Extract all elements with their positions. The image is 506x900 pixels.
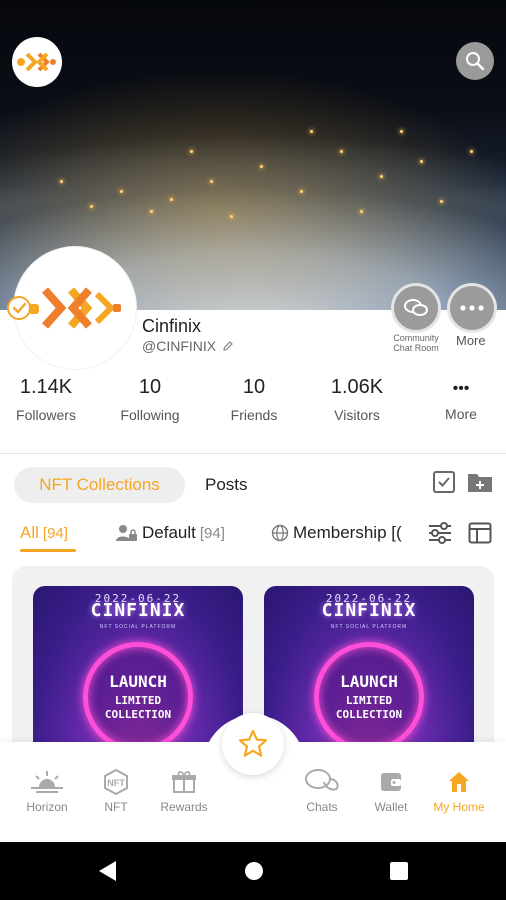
nft-title: CINFINIX	[90, 600, 186, 621]
nft-title: CINFINIX	[321, 600, 417, 621]
nft-collection-line: COLLECTION	[335, 708, 403, 721]
chats-icon	[305, 769, 339, 791]
divider	[0, 453, 506, 454]
nav-label: Chats	[306, 800, 338, 814]
nft-limited-line: LIMITED	[345, 694, 393, 707]
stat-following[interactable]: 10 Following	[100, 376, 200, 423]
verified-badge-icon	[7, 296, 31, 320]
layout-toggle-button[interactable]	[467, 520, 493, 546]
nft-limited-line: LIMITED	[114, 694, 162, 707]
stat-value: 1.14K	[19, 376, 73, 398]
stat-label: Friends	[230, 407, 278, 423]
rewards-icon	[172, 771, 196, 793]
edit-pencil-icon[interactable]	[222, 340, 234, 352]
cinfinix-logo-icon	[17, 52, 56, 72]
chat-room-icon	[404, 299, 428, 316]
horizon-icon	[31, 771, 63, 793]
stat-friends[interactable]: 10 Friends	[204, 376, 304, 423]
avatar[interactable]	[14, 247, 136, 369]
more-actions-button[interactable]	[450, 286, 494, 330]
nft-subtitle: NFT SOCIAL PLATFORM	[99, 624, 177, 630]
nav-label: Rewards	[160, 800, 208, 814]
globe-icon	[271, 524, 289, 542]
search-button[interactable]	[456, 42, 494, 80]
add-folder-button[interactable]	[467, 469, 493, 495]
stat-label: Following	[120, 407, 180, 423]
filter-active-underline	[20, 549, 76, 552]
filter-all-count: [94]	[42, 524, 68, 542]
stat-value: 10	[138, 376, 162, 398]
profile-name: Cinfinix	[142, 316, 202, 336]
filter-default[interactable]: Default [94]	[116, 523, 225, 543]
nft-limited: LIMITED COLLECTION	[264, 694, 474, 722]
nav-label: Horizon	[26, 800, 68, 814]
nft-subtitle: NFT SOCIAL PLATFORM	[330, 624, 408, 630]
filter-all-label: All	[20, 523, 39, 542]
nft-limited: LIMITED COLLECTION	[33, 694, 243, 722]
nav-label: Wallet	[374, 800, 408, 814]
stat-visitors[interactable]: 1.06K Visitors	[307, 376, 407, 423]
nav-chats[interactable]: Chats	[286, 768, 358, 814]
nft-launch: LAUNCH	[109, 672, 167, 691]
profile-handle: @CINFINIX	[142, 338, 234, 354]
nav-label: My Home	[433, 800, 485, 814]
select-checkbox-button[interactable]	[431, 469, 457, 495]
nav-label: NFT	[104, 800, 128, 814]
nav-horizon[interactable]: Horizon	[11, 768, 83, 814]
tab-nft-collections[interactable]: NFT Collections	[14, 467, 185, 503]
home-icon	[449, 772, 469, 792]
sliders-icon	[429, 522, 451, 544]
filter-membership-label: Membership [(	[293, 523, 402, 542]
nav-nft[interactable]: NFT NFT	[80, 768, 152, 814]
filter-default-label: Default	[142, 523, 196, 542]
star-icon	[238, 729, 268, 757]
nav-my-home[interactable]: My Home	[423, 768, 495, 814]
community-chat-label: Community Chat Room	[393, 333, 439, 353]
wallet-icon	[381, 773, 401, 791]
stat-value: 1.06K	[330, 376, 384, 398]
nav-rewards[interactable]: Rewards	[148, 768, 220, 814]
more-dots-icon	[460, 305, 484, 311]
filter-default-count: [94]	[199, 524, 225, 542]
handle-text: @CINFINIX	[142, 338, 217, 354]
layout-grid-icon	[468, 522, 492, 544]
stat-followers[interactable]: 1.14K Followers	[0, 376, 96, 423]
filter-membership[interactable]: Membership [(	[271, 523, 417, 543]
nav-wallet[interactable]: Wallet	[355, 768, 427, 814]
nft-launch: LAUNCH	[340, 672, 398, 691]
brand-logo[interactable]	[12, 37, 62, 87]
stat-label: Followers	[16, 407, 76, 423]
stat-value: 10	[242, 376, 266, 398]
filter-settings-button[interactable]	[427, 520, 453, 546]
nft-icon: NFT	[104, 768, 128, 796]
stat-label: Visitors	[334, 407, 380, 423]
recents-icon[interactable]	[388, 859, 410, 883]
checkbox-icon	[433, 471, 455, 493]
folder-add-icon	[468, 474, 492, 492]
favorites-star-button[interactable]	[222, 713, 284, 775]
nft-collection-line: COLLECTION	[104, 708, 172, 721]
more-actions-label: More	[456, 333, 486, 348]
home-circle-icon[interactable]	[243, 859, 265, 883]
filter-all[interactable]: All [94]	[20, 523, 68, 543]
search-icon	[466, 52, 485, 71]
back-icon[interactable]	[96, 859, 118, 883]
stat-more[interactable]: ••• More	[411, 376, 506, 422]
user-lock-icon	[116, 525, 137, 541]
system-navigation-bar	[0, 842, 506, 900]
stat-label: More	[445, 406, 477, 422]
cinfinix-logo-icon	[29, 287, 121, 329]
more-dots-icon: •••	[452, 380, 470, 397]
tab-posts[interactable]: Posts	[205, 475, 248, 495]
svg-text:NFT: NFT	[107, 778, 125, 788]
community-chat-button[interactable]	[394, 286, 438, 330]
